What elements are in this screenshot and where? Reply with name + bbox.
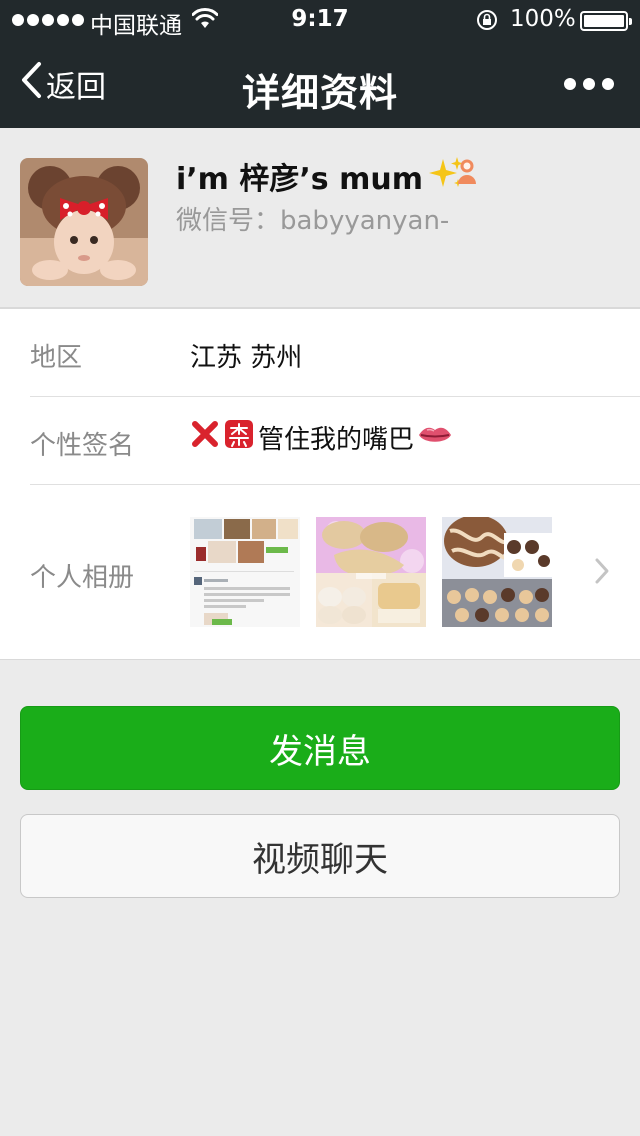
wechat-id: 微信号：babyyanyan- [176,206,450,236]
lips-icon [418,423,452,453]
battery-percentage: 100% [510,6,576,32]
more-dots-icon [564,78,576,90]
navigation-bar: 返回 详细资料 [0,40,640,128]
signature-text: 管住我的嘴巴 [258,425,415,455]
video-chat-button[interactable]: 视频聊天 [20,814,620,898]
battery-icon [580,11,632,31]
page-title: 详细资料 [241,71,398,115]
signature-value: 管住我的嘴巴 [190,419,452,456]
signature-row: 个性签名 管住我的嘴巴 [0,397,640,485]
album-thumbnail-1[interactable] [190,517,300,627]
profile-info-list: 地区 江苏 苏州 个性签名 管住我的嘴巴 个人相册 [0,308,640,660]
profile-name-row: i’m 梓彦’s mum [176,154,465,198]
avatar[interactable] [20,158,148,286]
chevron-right-icon [594,557,610,589]
region-label: 地区 [30,343,83,373]
rotation-lock-icon [475,8,499,36]
cross-mark-icon [190,419,220,456]
prohibited-sign-icon [224,419,254,456]
top-bar: 中国联通 9:17 100% 返回 详细资料 [0,0,640,128]
album-thumbnail-2[interactable] [316,517,426,627]
contact-profile-screen: 中国联通 9:17 100% 返回 详细资料 i’m 梓彦’s mum 微信号：… [0,0,640,1136]
female-gender-icon [456,158,478,190]
profile-header: i’m 梓彦’s mum 微信号：babyyanyan- [0,128,640,308]
album-label: 个人相册 [30,563,135,593]
region-row: 地区 江苏 苏州 [0,309,640,397]
profile-name: i’m 梓彦’s mum [176,162,423,197]
region-value: 江苏 苏州 [190,343,303,373]
status-bar: 中国联通 9:17 100% [0,0,640,40]
more-options-button[interactable] [564,78,614,90]
album-thumbnail-3[interactable] [442,517,552,627]
signature-label: 个性签名 [30,431,135,461]
send-message-button[interactable]: 发消息 [20,706,620,790]
